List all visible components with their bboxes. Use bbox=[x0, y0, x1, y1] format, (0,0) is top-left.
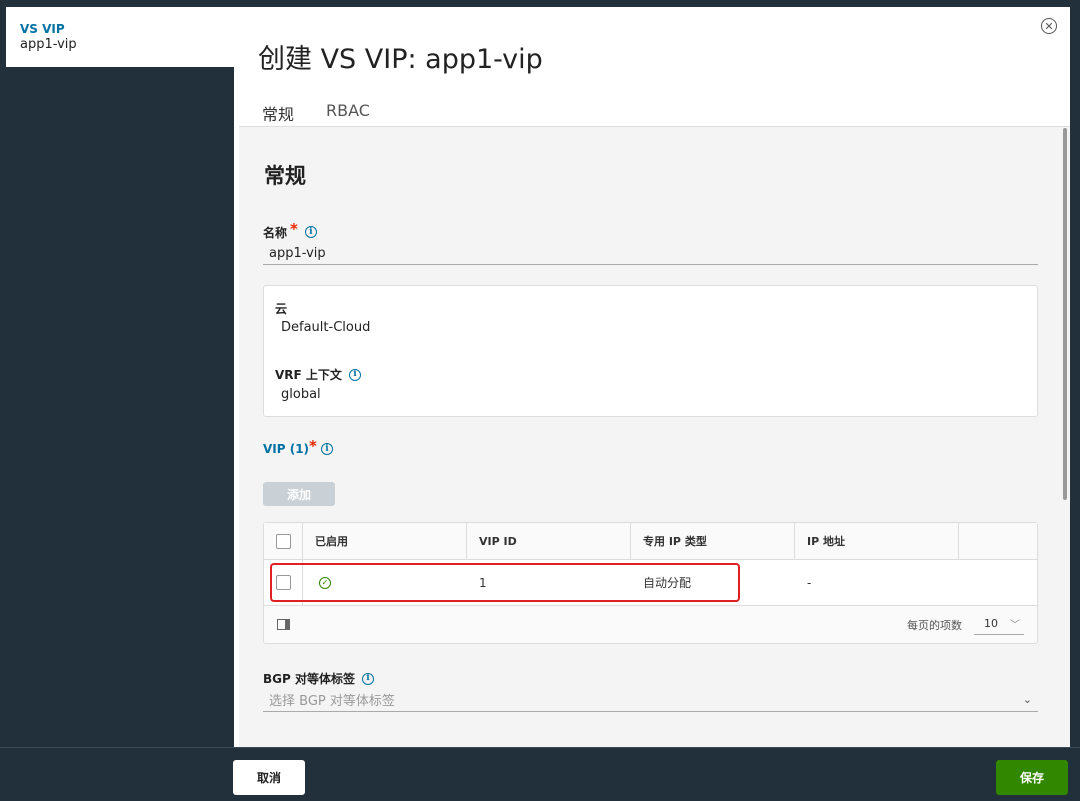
section-title: 常规 bbox=[264, 164, 306, 188]
info-icon[interactable]: i bbox=[304, 226, 317, 238]
breadcrumb-title: VS VIP bbox=[20, 22, 65, 36]
vrf-label: VRF 上下文 i bbox=[275, 366, 361, 383]
info-icon[interactable]: i bbox=[361, 672, 374, 685]
vip-grid: 已启用 VIP ID 专用 IP 类型 IP 地址 ✓ 1 自动分配 - 每页的… bbox=[263, 522, 1038, 644]
required-marker: * bbox=[290, 220, 298, 238]
row-checkbox[interactable] bbox=[275, 575, 291, 590]
vrf-value: global bbox=[281, 387, 321, 402]
vip-id-cell: 1 bbox=[479, 575, 487, 590]
select-all-cell bbox=[264, 523, 303, 559]
column-header-enabled[interactable]: 已启用 bbox=[303, 523, 467, 559]
info-icon[interactable]: i bbox=[320, 443, 333, 455]
bgp-placeholder: 选择 BGP 对等体标签 bbox=[269, 694, 395, 709]
table-row[interactable]: ✓ 1 自动分配 - bbox=[264, 560, 1037, 606]
vip-label-text: VIP (1) bbox=[263, 442, 310, 456]
ip-address-cell: - bbox=[807, 575, 812, 590]
close-icon[interactable]: ✕ bbox=[1041, 18, 1057, 34]
breadcrumb-subtitle: app1-vip bbox=[20, 37, 77, 52]
page-size-select[interactable]: 10 ﹀ bbox=[974, 614, 1024, 635]
required-marker: * bbox=[309, 437, 317, 455]
cancel-button[interactable]: 取消 bbox=[233, 760, 305, 795]
cloud-vrf-box: 云 Default-Cloud VRF 上下文 i global bbox=[263, 285, 1038, 417]
grid-footer: 每页的项数 10 ﹀ bbox=[264, 606, 1037, 643]
bgp-peer-label-select[interactable]: 选择 BGP 对等体标签 ⌄ bbox=[263, 688, 1038, 712]
check-circle-icon: ✓ bbox=[319, 576, 331, 589]
name-label-text: 名称 bbox=[263, 225, 288, 240]
save-button[interactable]: 保存 bbox=[996, 760, 1068, 795]
column-header-vip-id[interactable]: VIP ID bbox=[467, 523, 631, 559]
vrf-label-text: VRF 上下文 bbox=[275, 368, 342, 382]
cloud-value: Default-Cloud bbox=[281, 320, 371, 335]
column-header-private-ip-type[interactable]: 专用 IP 类型 bbox=[631, 523, 795, 559]
name-input[interactable] bbox=[263, 243, 1038, 265]
name-label: 名称 * i bbox=[263, 220, 317, 241]
page-title: 创建 VS VIP: app1-vip bbox=[258, 44, 543, 75]
grid-header: 已启用 VIP ID 专用 IP 类型 IP 地址 bbox=[264, 523, 1037, 560]
footer-bar: 取消 保存 bbox=[0, 747, 1080, 801]
chevron-down-icon: ⌄ bbox=[1022, 693, 1032, 706]
form-scroll-area bbox=[239, 127, 1070, 747]
bgp-label: BGP 对等体标签 i bbox=[263, 670, 374, 687]
pager: 每页的项数 10 ﹀ bbox=[907, 614, 1024, 635]
select-all-checkbox[interactable] bbox=[275, 533, 291, 549]
cloud-label: 云 bbox=[275, 300, 287, 317]
info-icon[interactable]: i bbox=[348, 368, 361, 381]
page-size-value: 10 bbox=[984, 617, 998, 630]
page-size-label: 每页的项数 bbox=[907, 618, 962, 632]
chevron-down-icon: ﹀ bbox=[1010, 620, 1020, 631]
private-ip-type-cell: 自动分配 bbox=[643, 576, 692, 590]
modal-panel: ✕ 创建 VS VIP: app1-vip 常规 RBAC 常规 名称*i 云 … bbox=[234, 7, 1070, 747]
cloud-label-text: 云 bbox=[275, 302, 288, 316]
add-vip-button[interactable]: 添加 bbox=[263, 482, 335, 506]
vip-label: VIP (1) * i bbox=[263, 437, 333, 458]
row-select-cell bbox=[264, 560, 303, 605]
bgp-label-text: BGP 对等体标签 bbox=[263, 672, 355, 686]
column-header-ip-address[interactable]: IP 地址 bbox=[795, 523, 959, 559]
scrollbar[interactable] bbox=[1063, 128, 1067, 500]
column-toggle-icon[interactable] bbox=[277, 619, 290, 630]
enabled-cell: ✓ bbox=[303, 560, 467, 605]
breadcrumb-card[interactable]: VS VIP app1-vip bbox=[6, 7, 234, 67]
